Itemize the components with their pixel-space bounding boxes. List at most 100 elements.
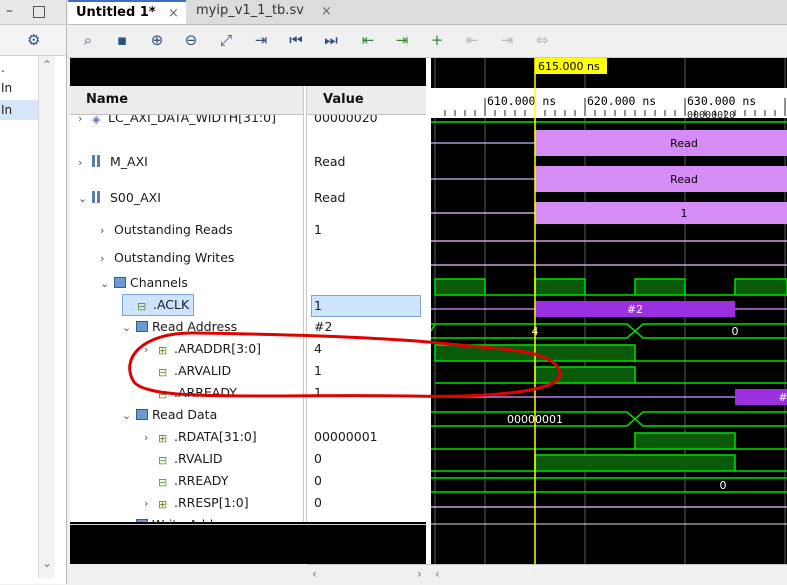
- expand-chevron-icon[interactable]: ›: [100, 248, 114, 270]
- go-to-start-icon[interactable]: ⏮: [284, 28, 308, 52]
- gear-icon[interactable]: ⚙: [27, 31, 40, 49]
- expand-chevron-icon[interactable]: ›: [122, 515, 136, 522]
- close-icon[interactable]: ×: [168, 3, 179, 25]
- restore-icon[interactable]: [33, 6, 45, 18]
- expand-chevron-icon[interactable]: ›: [100, 220, 114, 242]
- go-to-end-icon[interactable]: ⏭: [319, 28, 343, 52]
- save-icon[interactable]: ▪: [110, 28, 134, 52]
- wave-high: [634, 432, 736, 450]
- left-panel-row-3[interactable]: In: [0, 100, 41, 120]
- scroll-down-icon[interactable]: ⌄: [42, 556, 52, 570]
- signal-value-2[interactable]: Read: [314, 187, 345, 209]
- signal-row-1[interactable]: › M_AXI: [78, 151, 148, 173]
- signal-row-16[interactable]: ›Write Address: [122, 514, 239, 522]
- expand-chevron-icon[interactable]: ›: [78, 115, 92, 130]
- value-column-header[interactable]: Value: [307, 86, 426, 115]
- swap-cursors-icon[interactable]: ⇔: [530, 28, 554, 52]
- annotation-overlay: [128, 331, 562, 398]
- signal-name: Outstanding Reads: [114, 222, 233, 237]
- expand-chevron-icon[interactable]: ›: [144, 493, 158, 515]
- left-panel-toolbar: ⚙: [0, 25, 66, 56]
- close-icon[interactable]: ×: [321, 1, 332, 23]
- tab-label: Untitled 1*: [76, 5, 156, 20]
- signal-row-3[interactable]: › Outstanding Reads: [100, 219, 233, 241]
- ruler-tick-label: 620.000 ns: [587, 94, 656, 108]
- read-data-label: #: [778, 391, 787, 404]
- signal-row-0[interactable]: › ◈ LC_AXI_DATA_WIDTH[31:0]: [78, 115, 276, 129]
- names-footer: [70, 522, 426, 564]
- previous-transition-icon[interactable]: ⇤: [356, 28, 380, 52]
- name-column-header[interactable]: Name: [70, 86, 304, 115]
- signal-icon: ⊟: [158, 476, 168, 489]
- signal-value-12[interactable]: 00000001: [314, 426, 378, 448]
- wave-high: [434, 278, 486, 296]
- signal-row-14[interactable]: ⊟ .RREADY: [144, 470, 228, 492]
- signal-icon: ⊟: [137, 300, 147, 313]
- signal-name: S00_AXI: [110, 190, 161, 205]
- expand-chevron-icon[interactable]: ›: [144, 427, 158, 449]
- bus-interface-icon: [92, 191, 106, 203]
- signal-value-6[interactable]: 1: [311, 295, 421, 317]
- zoom-in-icon[interactable]: ⊕: [145, 28, 169, 52]
- signal-row-4[interactable]: › Outstanding Writes: [100, 247, 234, 269]
- minimize-icon[interactable]: –: [6, 3, 13, 19]
- scroll-up-icon[interactable]: ⌃: [42, 58, 52, 72]
- ruler-tick-label: 630.000 ns: [687, 94, 756, 108]
- signal-row-13[interactable]: ⊟ .RVALID: [144, 448, 223, 470]
- signal-row-15[interactable]: › ⊞ .RRESP[1:0]: [144, 492, 249, 514]
- wave-high: [634, 278, 686, 296]
- left-panel-row-2[interactable]: In: [0, 78, 41, 98]
- rdata-bus: [431, 411, 787, 427]
- wave-high: [734, 278, 787, 296]
- left-panel-scrollbar[interactable]: ⌃ ⌄: [38, 56, 55, 578]
- zoom-fit-icon[interactable]: ⤢: [214, 28, 238, 52]
- outstanding-reads-bar: [535, 202, 787, 224]
- signal-value-15[interactable]: 0: [314, 492, 322, 514]
- waveform-viewer[interactable]: ReadRead1#240#000000010 610.000 ns620.00…: [431, 58, 787, 564]
- collapse-chevron-icon[interactable]: ⌄: [100, 273, 114, 295]
- signal-name: .ACLK: [153, 297, 190, 312]
- m-axi-transaction: [535, 130, 787, 156]
- next-marker-icon[interactable]: ⇥: [495, 28, 519, 52]
- go-to-cursor-icon[interactable]: ⇥: [249, 28, 273, 52]
- left-panel-row-1[interactable]: .: [0, 58, 41, 78]
- search-icon[interactable]: ⌕: [76, 28, 100, 52]
- signal-value-0[interactable]: 00000020: [314, 115, 378, 129]
- collapse-chevron-icon[interactable]: ⌄: [78, 188, 92, 210]
- cursor-time-label: 615.000 ns: [538, 60, 600, 73]
- scroll-left-icon[interactable]: ‹: [312, 567, 317, 581]
- tab-label: myip_v1_1_tb.sv: [196, 3, 304, 18]
- signal-row-6[interactable]: ⊟ .ACLK: [122, 294, 195, 316]
- next-transition-icon[interactable]: ⇥: [390, 28, 414, 52]
- horizontal-scrollbar[interactable]: ‹ › ‹: [307, 564, 787, 585]
- signal-name: .RDATA[31:0]: [174, 429, 257, 444]
- signal-value-3[interactable]: 1: [314, 219, 322, 241]
- signal-name-list: › ◈ LC_AXI_DATA_WIDTH[31:0] › M_AXI ⌄ S00_AXI ›…: [70, 115, 303, 522]
- value-header-label: Value: [323, 92, 364, 107]
- signal-row-12[interactable]: › ⊞ .RDATA[31:0]: [144, 426, 257, 448]
- tab-untitled-1[interactable]: Untitled 1* ×: [68, 0, 186, 24]
- previous-marker-icon[interactable]: ⇤: [460, 28, 484, 52]
- group-icon: [114, 277, 126, 288]
- zoom-out-icon[interactable]: ⊖: [179, 28, 203, 52]
- signal-row-5[interactable]: ⌄ Channels: [100, 272, 188, 294]
- param-overlay-label: 00000020: [687, 110, 735, 121]
- signal-row-2[interactable]: ⌄ S00_AXI: [78, 187, 161, 209]
- rresp-value-label: 0: [720, 479, 727, 492]
- read-address-label: #2: [627, 303, 643, 316]
- signal-icon: ⊟: [158, 454, 168, 467]
- signal-value-14[interactable]: 0: [314, 470, 322, 492]
- bus-interface-icon: [92, 155, 106, 167]
- araddr-value-label: 0: [732, 325, 739, 338]
- expand-chevron-icon[interactable]: ›: [78, 152, 92, 174]
- signal-value-13[interactable]: 0: [314, 448, 322, 470]
- ruler-tick-label: 610.000 ns: [487, 94, 556, 108]
- vector-signal-icon: ⊞: [158, 498, 168, 511]
- tab-myip-tb[interactable]: myip_v1_1_tb.sv ×: [188, 0, 338, 24]
- scroll-left-icon[interactable]: ‹: [435, 567, 440, 581]
- add-marker-icon[interactable]: +: [425, 28, 449, 52]
- header-spacer: [70, 58, 426, 86]
- scroll-right-icon[interactable]: ›: [417, 567, 422, 581]
- s00-axi-transaction: [535, 166, 787, 192]
- signal-value-1[interactable]: Read: [314, 151, 345, 173]
